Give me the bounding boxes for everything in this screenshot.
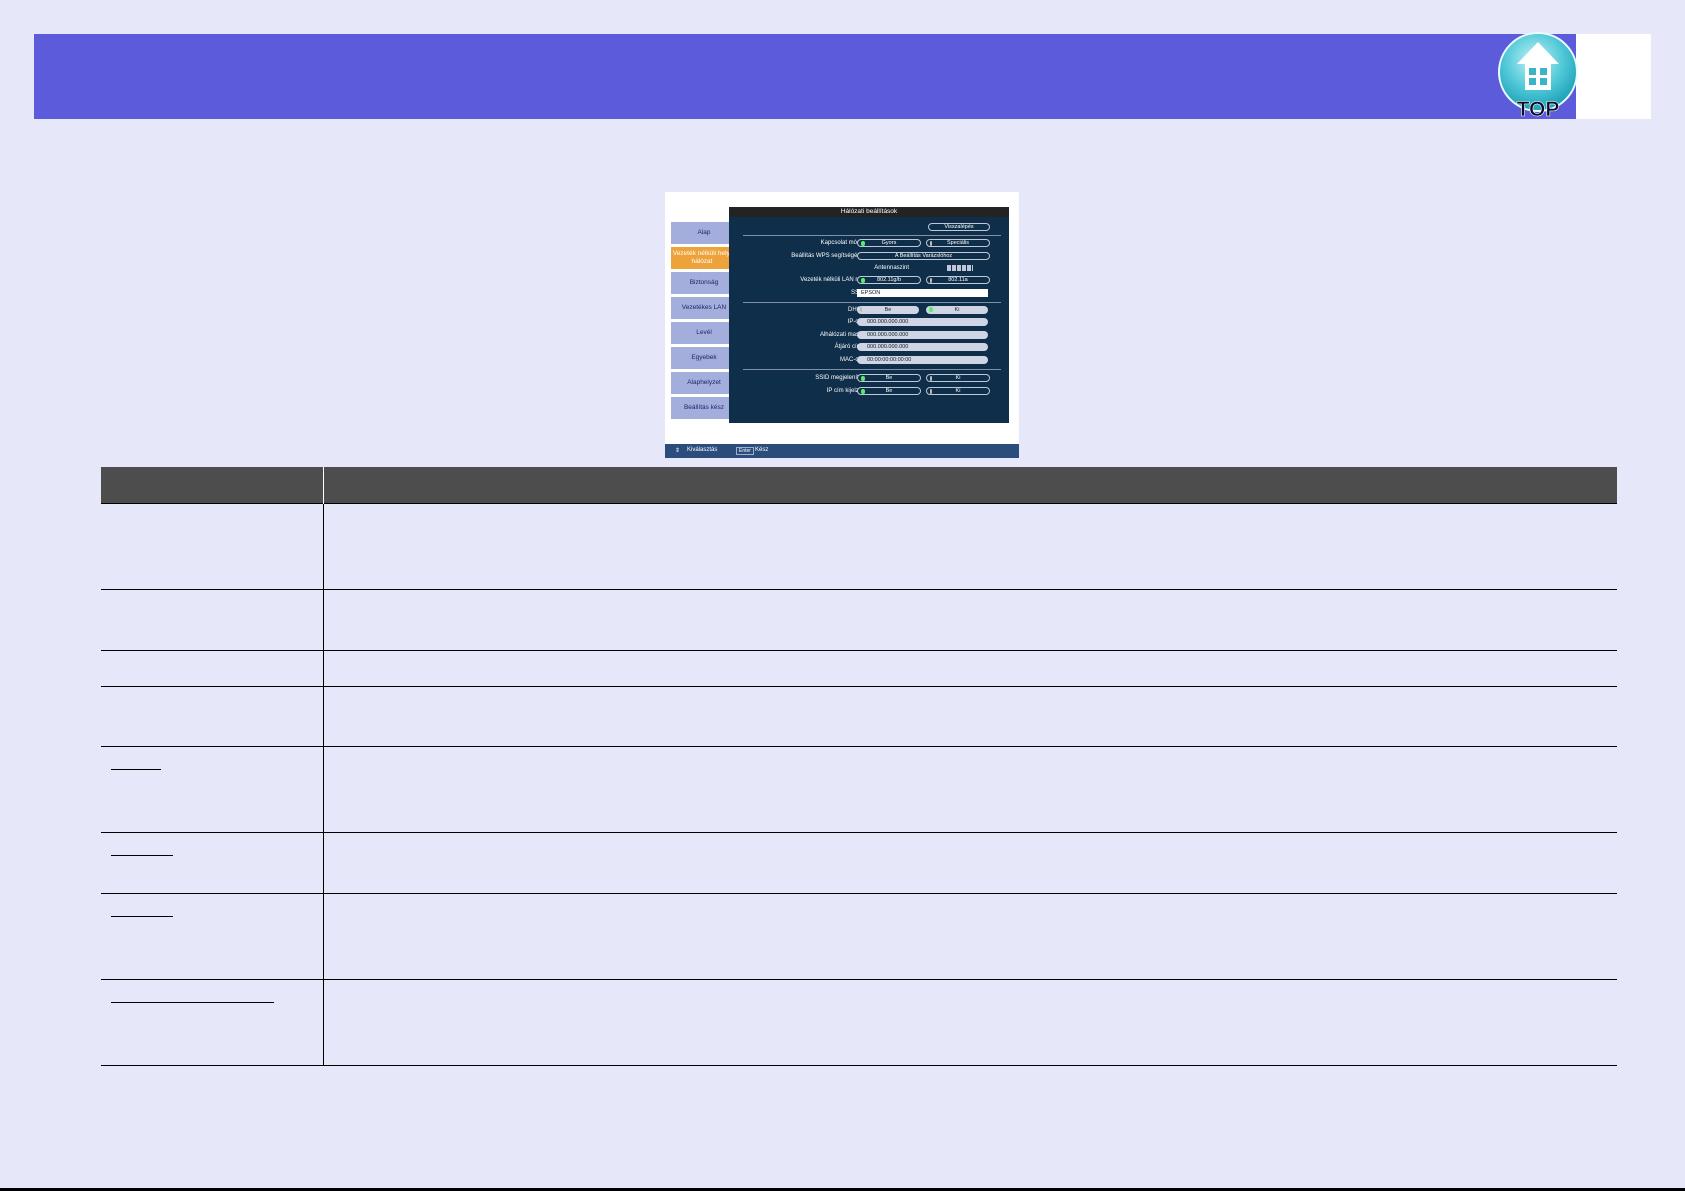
settings-panel: Hálózati beállítások Visszalépés Kapcsol… <box>729 207 1009 423</box>
wlan-system-label: Vezeték nélküli LAN rsz. <box>800 277 865 283</box>
divider <box>743 302 1001 303</box>
back-button: Visszalépés <box>928 223 990 231</box>
panel-title: Hálózati beállítások <box>729 207 1009 217</box>
dhcp-on-option: Be <box>857 306 919 314</box>
ssid-display-on: Be <box>857 374 921 382</box>
header-band <box>34 34 1576 119</box>
ssid-field: EPSON <box>857 289 988 297</box>
select-hint: Kiválasztás <box>687 447 718 453</box>
network-settings-screenshot: Alap Vezeték nélküli helyi hálózat▸ Bizt… <box>665 192 1019 458</box>
link-underline[interactable] <box>111 854 173 856</box>
header-cell-description <box>324 467 1618 503</box>
mac-field: 00:00:00:00:00:00 <box>857 356 988 364</box>
menu-status-bar: ⇕ Kiválasztás Enter Kész <box>665 444 1019 458</box>
wps-label: Beállítás WPS segítségével <box>791 253 865 259</box>
table-row <box>101 831 1617 893</box>
divider <box>743 369 1001 370</box>
ip-display-on: Be <box>857 387 921 395</box>
table-header-row <box>101 467 1617 503</box>
ip-field: 000.000.000.000 <box>857 318 988 326</box>
option-advanced: Speciális <box>926 239 990 247</box>
header-corner <box>1576 34 1651 119</box>
enter-key-icon: Enter <box>736 447 754 455</box>
table-row <box>101 502 1617 589</box>
wps-wizard-button: A Beállítás Varázslóhoz <box>857 252 990 260</box>
gateway-field: 000.000.000.000 <box>857 343 988 351</box>
subnet-field: 000.000.000.000 <box>857 331 988 339</box>
divider <box>743 235 1001 236</box>
top-home-button[interactable]: TOP <box>1495 30 1581 122</box>
select-arrows-icon: ⇕ <box>675 448 681 454</box>
table-row <box>101 649 1617 686</box>
option-80211gb: 802.11g/b <box>857 276 921 284</box>
antenna-level-bars <box>947 265 973 271</box>
table-row <box>101 685 1617 746</box>
option-quick: Gyors <box>857 239 921 247</box>
table-row <box>101 978 1617 1066</box>
table-row <box>101 892 1617 979</box>
top-label: TOP <box>1517 98 1560 121</box>
link-underline[interactable] <box>111 915 173 917</box>
link-underline[interactable] <box>111 1001 274 1003</box>
table-row <box>101 745 1617 832</box>
dhcp-off-option: Ki <box>926 306 988 314</box>
antenna-label: Antennaszint <box>874 265 909 271</box>
table-row <box>101 588 1617 650</box>
ssid-display-off: Ki <box>926 374 990 382</box>
ip-display-off: Ki <box>926 387 990 395</box>
done-hint: Kész <box>755 447 769 453</box>
link-underline[interactable] <box>111 768 161 770</box>
option-80211a: 802.11a <box>926 276 990 284</box>
header-cell-item <box>101 467 324 503</box>
settings-description-table <box>101 467 1617 1066</box>
